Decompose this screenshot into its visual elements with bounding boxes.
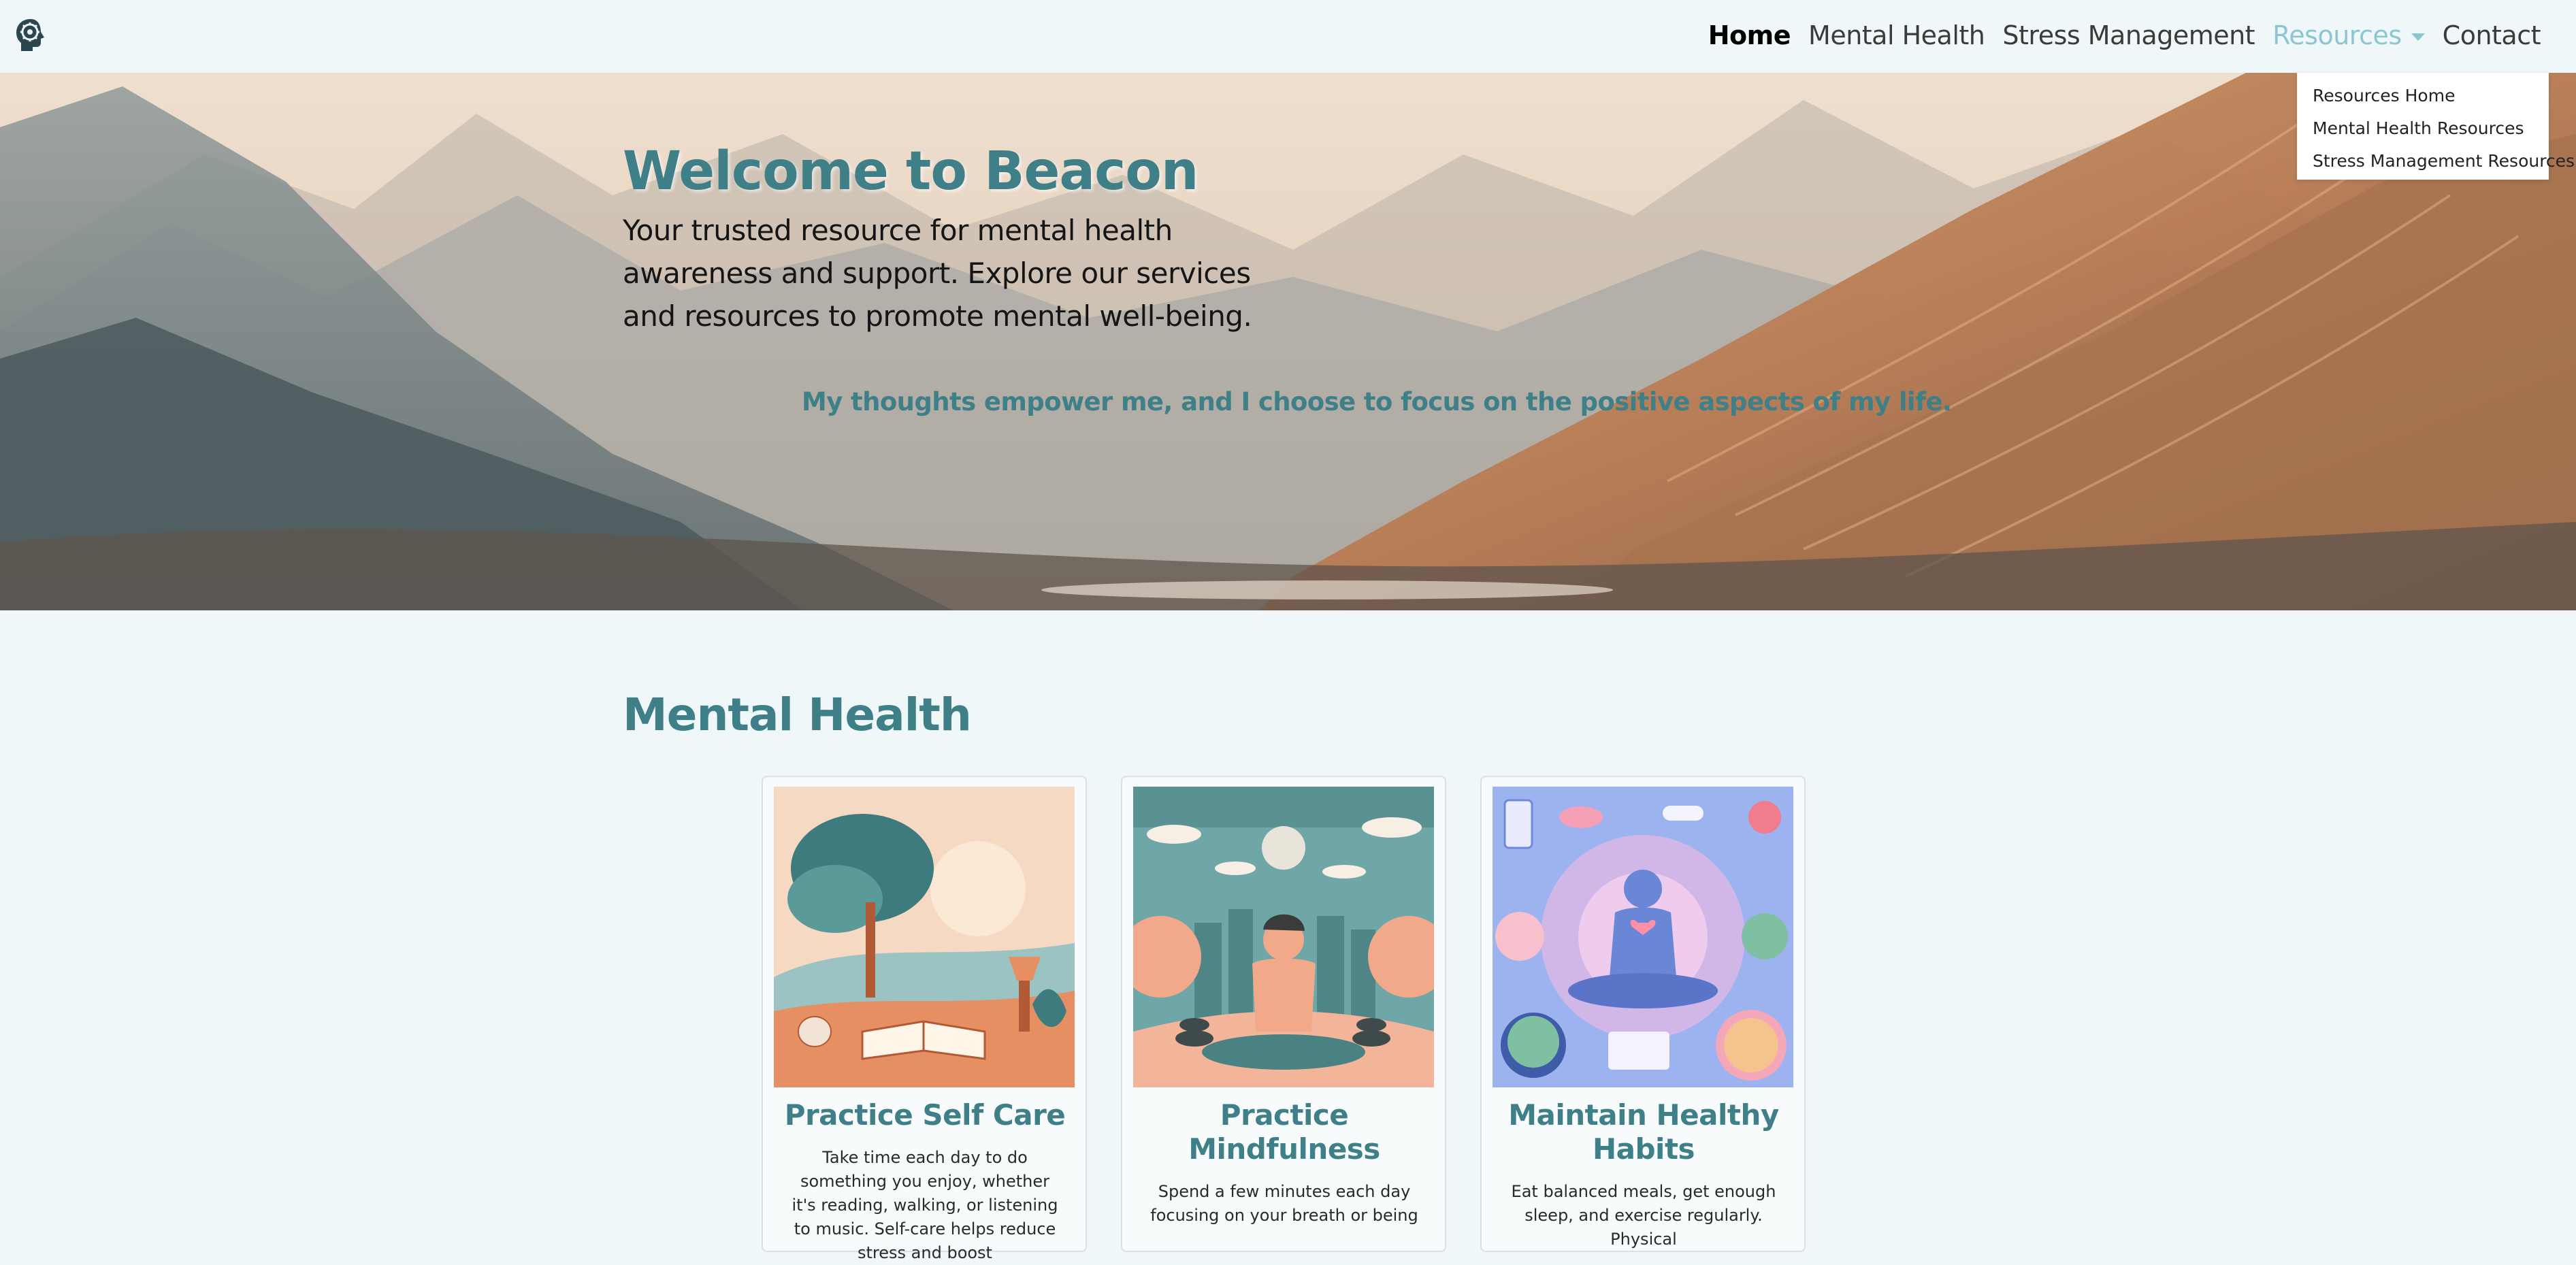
caret-down-icon bbox=[2411, 33, 2425, 41]
card-title: Practice Mindfulness bbox=[1188, 1098, 1380, 1166]
healthy-habits-illustration bbox=[1493, 787, 1793, 1087]
nav-resources-label: Resources bbox=[2272, 20, 2402, 50]
card-text: Eat balanced meals, get enough sleep, an… bbox=[1511, 1182, 1776, 1249]
dropdown-item-mental-health-resources[interactable]: Mental Health Resources bbox=[2297, 112, 2549, 145]
nav-mental-health[interactable]: Mental Health bbox=[1808, 20, 1985, 50]
card-self-care[interactable]: Practice Self Care Take time each day to… bbox=[762, 776, 1087, 1262]
self-care-illustration bbox=[774, 787, 1075, 1087]
hero-quote: My thoughts empower me, and I choose to … bbox=[802, 387, 1952, 416]
dropdown-item-stress-management-resources[interactable]: Stress Management Resources bbox=[2297, 145, 2575, 178]
hero-banner: Welcome to Beacon Your trusted resource … bbox=[0, 73, 2576, 610]
navbar: Home Mental Health Stress Management Res… bbox=[0, 0, 2576, 73]
resources-dropdown-menu: Resources Home Mental Health Resources S… bbox=[2297, 73, 2575, 180]
card-title: Maintain Healthy Habits bbox=[1508, 1098, 1779, 1166]
brain-gear-icon[interactable] bbox=[14, 17, 48, 54]
card-title: Practice Self Care bbox=[784, 1098, 1066, 1132]
card-healthy-habits[interactable]: Maintain Healthy Habits Eat balanced mea… bbox=[1480, 776, 1806, 1252]
hero-title: Welcome to Beacon bbox=[623, 141, 1199, 202]
card-text: Spend a few minutes each day focusing on… bbox=[1150, 1182, 1418, 1225]
card-mindfulness[interactable]: Practice Mindfulness Spend a few minutes… bbox=[1121, 776, 1446, 1252]
card-text: Take time each day to do something you e… bbox=[792, 1148, 1058, 1262]
nav-home[interactable]: Home bbox=[1708, 20, 1791, 50]
nav-resources-dropdown[interactable]: Resources bbox=[2272, 20, 2425, 50]
mountain-landscape-image bbox=[0, 73, 2576, 610]
mindfulness-illustration bbox=[1133, 787, 1434, 1087]
nav-links: Home Mental Health Stress Management Res… bbox=[1708, 0, 2541, 71]
hero-subtitle: Your trusted resource for mental health … bbox=[623, 214, 1252, 333]
dropdown-item-resources-home[interactable]: Resources Home bbox=[2297, 80, 2549, 112]
section-title: Mental Health bbox=[623, 689, 972, 741]
nav-stress-management[interactable]: Stress Management bbox=[2002, 20, 2255, 50]
nav-contact[interactable]: Contact bbox=[2443, 20, 2541, 50]
